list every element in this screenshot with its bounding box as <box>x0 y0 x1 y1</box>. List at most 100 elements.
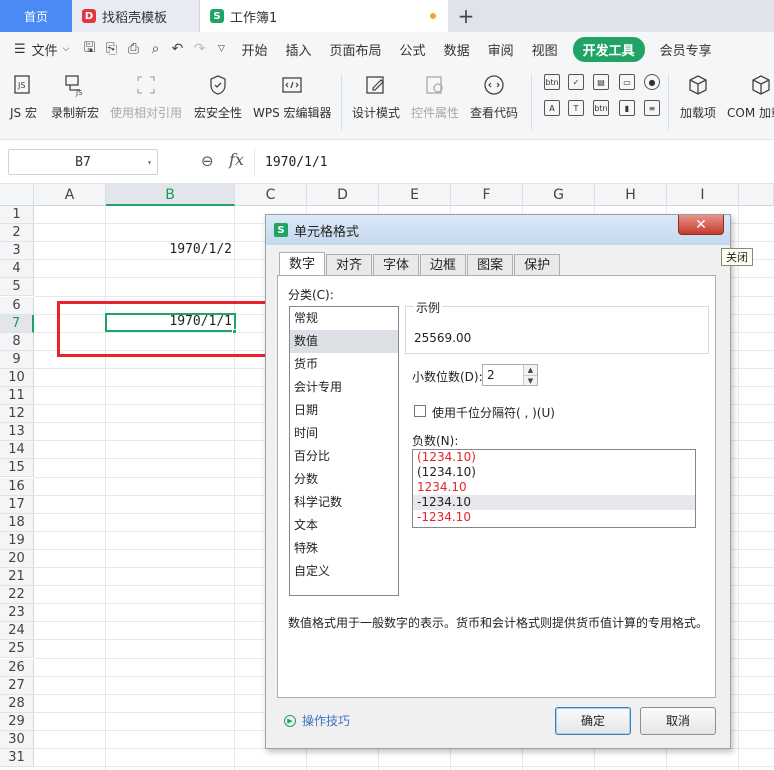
row-header[interactable]: 20 <box>0 549 34 568</box>
row-header[interactable]: 1 <box>0 206 34 224</box>
row-header[interactable]: 19 <box>0 531 34 550</box>
row-header[interactable]: 18 <box>0 513 34 532</box>
listbox-control-icon[interactable]: ▭ <box>619 74 635 90</box>
category-fraction[interactable]: 分数 <box>290 468 398 491</box>
add-tab-button[interactable]: + <box>448 0 484 32</box>
column-header-c[interactable]: C <box>235 184 307 206</box>
menu-insert[interactable]: 插入 <box>277 40 321 59</box>
row-header[interactable]: 15 <box>0 459 34 478</box>
menu-home[interactable]: 开始 <box>233 40 277 59</box>
tab-pattern[interactable]: 图案 <box>467 254 514 276</box>
select-all-corner[interactable] <box>0 184 34 206</box>
tab-number[interactable]: 数字 <box>279 252 326 276</box>
category-general[interactable]: 常规 <box>290 307 398 330</box>
row-header[interactable]: 16 <box>0 477 34 496</box>
tab-font[interactable]: 字体 <box>373 254 420 276</box>
row-header[interactable]: 5 <box>0 278 34 297</box>
menu-review[interactable]: 审阅 <box>479 40 523 59</box>
row-header[interactable]: 2 <box>0 224 34 243</box>
row-header[interactable]: 28 <box>0 694 34 713</box>
row-header[interactable]: 24 <box>0 622 34 641</box>
fx-icon[interactable]: fx <box>229 150 244 169</box>
undo-icon[interactable]: ↶ <box>167 41 189 57</box>
cell-b3[interactable]: 1970/1/2 <box>106 242 232 257</box>
row-header[interactable]: 13 <box>0 423 34 442</box>
category-currency[interactable]: 货币 <box>290 353 398 376</box>
control-props-button[interactable]: 控件属性 <box>411 72 459 121</box>
menu-member[interactable]: 会员专享 <box>651 40 721 59</box>
decimal-places-stepper[interactable]: 2 ▲ ▼ <box>482 364 538 386</box>
negative-option[interactable]: (1234.10) <box>413 465 695 480</box>
column-header-f[interactable]: F <box>451 184 523 206</box>
export-pdf-icon[interactable]: ⎘ <box>101 41 123 57</box>
spinner-control-icon[interactable]: ≡ <box>644 100 660 116</box>
view-code-button[interactable]: 查看代码 <box>470 72 518 121</box>
tab-home[interactable]: 首页 <box>0 0 72 32</box>
category-accounting[interactable]: 会计专用 <box>290 376 398 399</box>
operation-tips-link[interactable]: ▶ 操作技巧 <box>284 712 350 729</box>
row-header[interactable]: 7 <box>0 314 34 333</box>
row-header[interactable]: 14 <box>0 441 34 460</box>
negative-option[interactable]: (1234.10) <box>413 450 695 465</box>
record-macro-button[interactable]: JS 录制新宏 <box>51 72 99 121</box>
tab-alignment[interactable]: 对齐 <box>326 254 373 276</box>
column-header-g[interactable]: G <box>523 184 595 206</box>
row-header[interactable]: 26 <box>0 658 34 677</box>
row-header[interactable]: 6 <box>0 296 34 315</box>
negative-option[interactable]: 1234.10 <box>413 480 695 495</box>
category-number[interactable]: 数值 <box>290 330 398 353</box>
column-header-j[interactable] <box>739 184 774 206</box>
row-header[interactable]: 25 <box>0 640 34 659</box>
macro-security-button[interactable]: 宏安全性 <box>194 72 242 121</box>
column-header-a[interactable]: A <box>34 184 106 206</box>
menu-page-layout[interactable]: 页面布局 <box>321 40 391 59</box>
row-header[interactable]: 12 <box>0 405 34 424</box>
row-header[interactable]: 3 <box>0 242 34 261</box>
print-preview-icon[interactable]: ⌕ <box>145 41 167 57</box>
js-macro-button[interactable]: JS JS 宏 <box>10 72 37 121</box>
label-control-icon[interactable]: T <box>568 100 584 116</box>
relative-ref-button[interactable]: 使用相对引用 <box>110 72 182 121</box>
category-special[interactable]: 特殊 <box>290 537 398 560</box>
column-header-b[interactable]: B <box>106 184 235 206</box>
wps-macro-editor-button[interactable]: WPS 宏编辑器 <box>253 72 332 121</box>
dialog-title-bar[interactable]: S 单元格格式 <box>266 215 730 245</box>
design-mode-button[interactable]: 设计模式 <box>352 72 400 121</box>
addins-button[interactable]: 加载项 <box>680 72 716 121</box>
menu-view[interactable]: 视图 <box>523 40 567 59</box>
name-box[interactable]: B7 ▾ <box>8 149 158 175</box>
tab-border[interactable]: 边框 <box>420 254 467 276</box>
checkbox-control-icon[interactable]: ✓ <box>568 74 584 90</box>
ok-button[interactable]: 确定 <box>555 707 631 735</box>
print-icon[interactable]: ⎙ <box>123 41 145 57</box>
quick-access-dropdown-icon[interactable]: ▽ <box>211 44 233 54</box>
category-date[interactable]: 日期 <box>290 399 398 422</box>
category-scientific[interactable]: 科学记数 <box>290 491 398 514</box>
cancel-button[interactable]: 取消 <box>640 707 716 735</box>
combobox-control-icon[interactable]: ▤ <box>593 74 609 90</box>
menu-data[interactable]: 数据 <box>435 40 479 59</box>
row-header[interactable]: 11 <box>0 387 34 405</box>
column-header-i[interactable]: I <box>667 184 739 206</box>
tab-workbook[interactable]: S 工作簿1 <box>200 0 448 32</box>
row-header[interactable]: 29 <box>0 712 34 731</box>
negative-option[interactable]: -1234.10 <box>413 510 695 525</box>
row-header[interactable]: 10 <box>0 368 34 387</box>
category-percentage[interactable]: 百分比 <box>290 445 398 468</box>
spin-up-icon[interactable]: ▲ <box>523 365 537 375</box>
row-header[interactable]: 23 <box>0 604 34 623</box>
menu-formulas[interactable]: 公式 <box>391 40 435 59</box>
formula-input[interactable]: 1970/1/1 <box>254 149 768 175</box>
com-addins-button[interactable]: COM 加载项 <box>727 72 774 121</box>
tab-protection[interactable]: 保护 <box>514 254 561 276</box>
column-header-e[interactable]: E <box>379 184 451 206</box>
row-header[interactable]: 9 <box>0 350 34 369</box>
negative-option-selected[interactable]: -1234.10 <box>413 495 695 510</box>
button-control-icon[interactable]: btn <box>544 74 560 90</box>
row-header[interactable]: 30 <box>0 730 34 749</box>
tab-shell-template[interactable]: D 找稻壳模板 <box>72 0 200 32</box>
dialog-close-button[interactable]: ✕ <box>678 215 724 235</box>
row-header[interactable]: 8 <box>0 332 34 351</box>
scrollbar-control-icon[interactable]: ▮ <box>619 100 635 116</box>
row-header[interactable]: 22 <box>0 586 34 605</box>
